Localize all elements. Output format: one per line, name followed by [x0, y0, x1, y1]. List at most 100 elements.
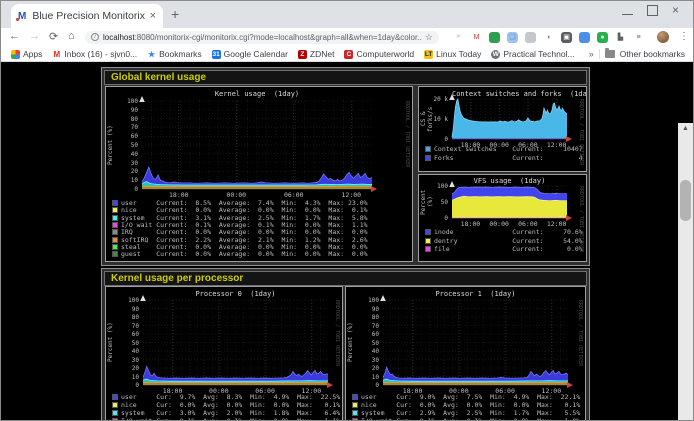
bookmarks-overflow-chevron[interactable]: » — [589, 49, 594, 59]
graph-title: Processor 0 (1day) — [143, 290, 328, 298]
y-tick-label: 80 — [357, 314, 379, 321]
y-tick-label: 10 — [117, 374, 139, 381]
graph-title: VFS usage (1day) — [452, 177, 567, 185]
address-bar[interactable]: i localhost:8080/monitorix-cgi/monitorix… — [85, 31, 439, 44]
x-tick-label: 12:00 — [543, 220, 571, 228]
y-tick-label: 30 — [117, 357, 139, 364]
legend-color-swatch — [112, 251, 118, 257]
green-circle-icon[interactable]: ● — [597, 32, 608, 43]
speaker-icon[interactable]: ◖ — [543, 32, 554, 43]
bookmark-item[interactable]: ★Bookmarks — [147, 49, 202, 59]
divider — [599, 49, 600, 59]
x-tick-label: 12:00 — [337, 191, 365, 199]
legend-row: I/O wait Cur: 0.1% Avg: 0.1% Min: 0.0% M… — [352, 417, 580, 421]
plot-area — [142, 101, 372, 189]
page-info-icon[interactable]: i — [91, 33, 99, 41]
x-tick-label: 06:00 — [280, 191, 308, 199]
back-button[interactable]: ← — [9, 30, 20, 42]
gmail-checker-icon[interactable]: M — [471, 32, 482, 43]
graph-title: Kernel usage (1day) — [142, 90, 372, 98]
y-tick-label: 70 — [357, 323, 379, 330]
context-switches-graph[interactable]: Context switches and forks (1day)CS & fo… — [418, 86, 587, 172]
bookmark-item[interactable]: ZZDNet — [298, 49, 335, 59]
y-tick-label: 90 — [357, 306, 379, 313]
wordpress-icon: W — [491, 50, 500, 59]
processor0-graph[interactable]: Processor 0 (1day)Percent (%)01020304050… — [105, 286, 343, 421]
graph-title: Context switches and forks (1day) — [452, 90, 567, 98]
bookmark-label: ZDNet — [310, 49, 335, 59]
bookmark-item[interactable]: LTLinux Today — [424, 49, 481, 59]
y-tick-label: 50 — [426, 199, 448, 206]
bookmark-label: Apps — [23, 49, 42, 59]
green-share-icon[interactable] — [489, 32, 500, 43]
legend-color-swatch — [112, 207, 118, 213]
bookmark-items: Apps MInbox (16) - sjvn0... ★Bookmarks 31Go… — [1, 49, 575, 59]
y-tick-label: 70 — [116, 124, 138, 131]
legend-text: I/O wait Cur: 0.1% Avg: 0.1% Min: 0.0% M… — [361, 417, 580, 421]
plot-area — [143, 300, 328, 385]
y-tick-label: 10 k — [426, 116, 448, 123]
y-tick-label: 0 — [426, 136, 448, 143]
legend-color-swatch — [112, 229, 118, 235]
x-tick-label: 06:00 — [514, 220, 542, 228]
page-content: Global kernel usage Kernel usage per pro… — [1, 62, 693, 421]
legend-row: inode Current: 70.6% — [425, 228, 583, 236]
legend-color-swatch — [112, 394, 118, 400]
y-tick-label: 40 — [357, 348, 379, 355]
plot-area — [452, 186, 567, 218]
tab-list-icon[interactable]: ≡ — [633, 32, 644, 43]
bookmark-item[interactable]: CComputerworld — [344, 49, 414, 59]
legend-row: user Cur: 9.0% Avg: 7.5% Min: 4.9% Max: … — [352, 393, 580, 401]
other-bookmarks-button[interactable]: Other bookmarks — [620, 49, 685, 59]
bookmark-label: Inbox (16) - sjvn0... — [64, 49, 137, 59]
legend-color-swatch — [112, 237, 118, 243]
forward-button[interactable]: → — [29, 30, 40, 42]
y-tick-label: 60 — [357, 331, 379, 338]
y-tick-label: 80 — [117, 314, 139, 321]
bookmark-label: Practical Technol... — [503, 49, 574, 59]
scrollbar-thumb[interactable] — [680, 180, 691, 221]
kernel-usage-graph[interactable]: Kernel usage (1day)Percent (%)0102030405… — [105, 86, 413, 262]
window-minimize-button[interactable] — [622, 7, 633, 15]
scrollbar[interactable]: ▲ ▼ — [678, 123, 693, 421]
legend-color-swatch — [112, 200, 118, 206]
blue-pill-icon[interactable] — [579, 32, 590, 43]
scroll-up-arrow[interactable]: ▲ — [678, 123, 693, 135]
legend-text: Context switches Current: 10407 — [434, 145, 583, 153]
processor1-graph[interactable]: Processor 1 (1day)Percent (%)01020304050… — [345, 286, 586, 421]
legend-row: I/O wait Cur: 0.1% Avg: 0.1% Min: 0.0% M… — [112, 417, 340, 421]
browser-window: M Blue Precision Monitorix × + × ← → ⟳ ⌂… — [0, 0, 694, 421]
rrdtool-watermark: RRDTOOL / TOBI OETIKER — [578, 186, 584, 252]
x-tick-label: 00:00 — [222, 191, 250, 199]
y-tick-label: 40 — [117, 348, 139, 355]
extensions-puzzle-icon[interactable]: ▙ — [615, 32, 626, 43]
home-button[interactable]: ⌂ — [68, 30, 75, 42]
browser-menu-icon[interactable]: ⋮ — [679, 31, 689, 42]
profile-avatar[interactable] — [657, 30, 669, 48]
window-maximize-button[interactable] — [647, 5, 658, 16]
copy-pages-icon[interactable]: ❏ — [507, 32, 518, 43]
legend-row: system Cur: 3.0% Avg: 2.0% Min: 1.8% Max… — [112, 409, 340, 417]
bookmark-item[interactable]: MInbox (16) - sjvn0... — [52, 49, 137, 59]
dark-square-icon[interactable]: ▣ — [561, 32, 572, 43]
legend-color-swatch — [352, 394, 358, 400]
legend-color-swatch — [425, 238, 431, 244]
vfs-usage-graph[interactable]: VFS usage (1day)Percent (%)05010018:0000… — [418, 174, 587, 262]
tab-monitorix[interactable]: M Blue Precision Monitorix × — [11, 4, 163, 28]
legend-text: user Cur: 9.0% Avg: 7.5% Min: 4.9% Max: … — [361, 393, 580, 401]
gray-card-icon[interactable] — [525, 32, 536, 43]
bookmark-item[interactable]: WPractical Technol... — [491, 49, 574, 59]
tab-close-icon[interactable]: × — [150, 10, 156, 22]
bookmark-item[interactable]: Apps — [11, 49, 42, 59]
tab-strip: M Blue Precision Monitorix × + × — [1, 1, 693, 28]
window-controls: × — [622, 5, 683, 16]
y-axis-label: Percent (%) — [347, 300, 354, 385]
new-tab-button[interactable]: + — [171, 6, 179, 22]
search-icon[interactable]: ⌕ — [453, 32, 464, 43]
y-tick-label: 20 — [116, 168, 138, 175]
bookmark-label: Google Calendar — [224, 49, 288, 59]
window-close-button[interactable]: × — [672, 5, 683, 16]
bookmark-star-icon[interactable]: ☆ — [425, 32, 433, 43]
bookmark-item[interactable]: 31Google Calendar — [212, 49, 288, 59]
reload-button[interactable]: ⟳ — [49, 30, 58, 43]
